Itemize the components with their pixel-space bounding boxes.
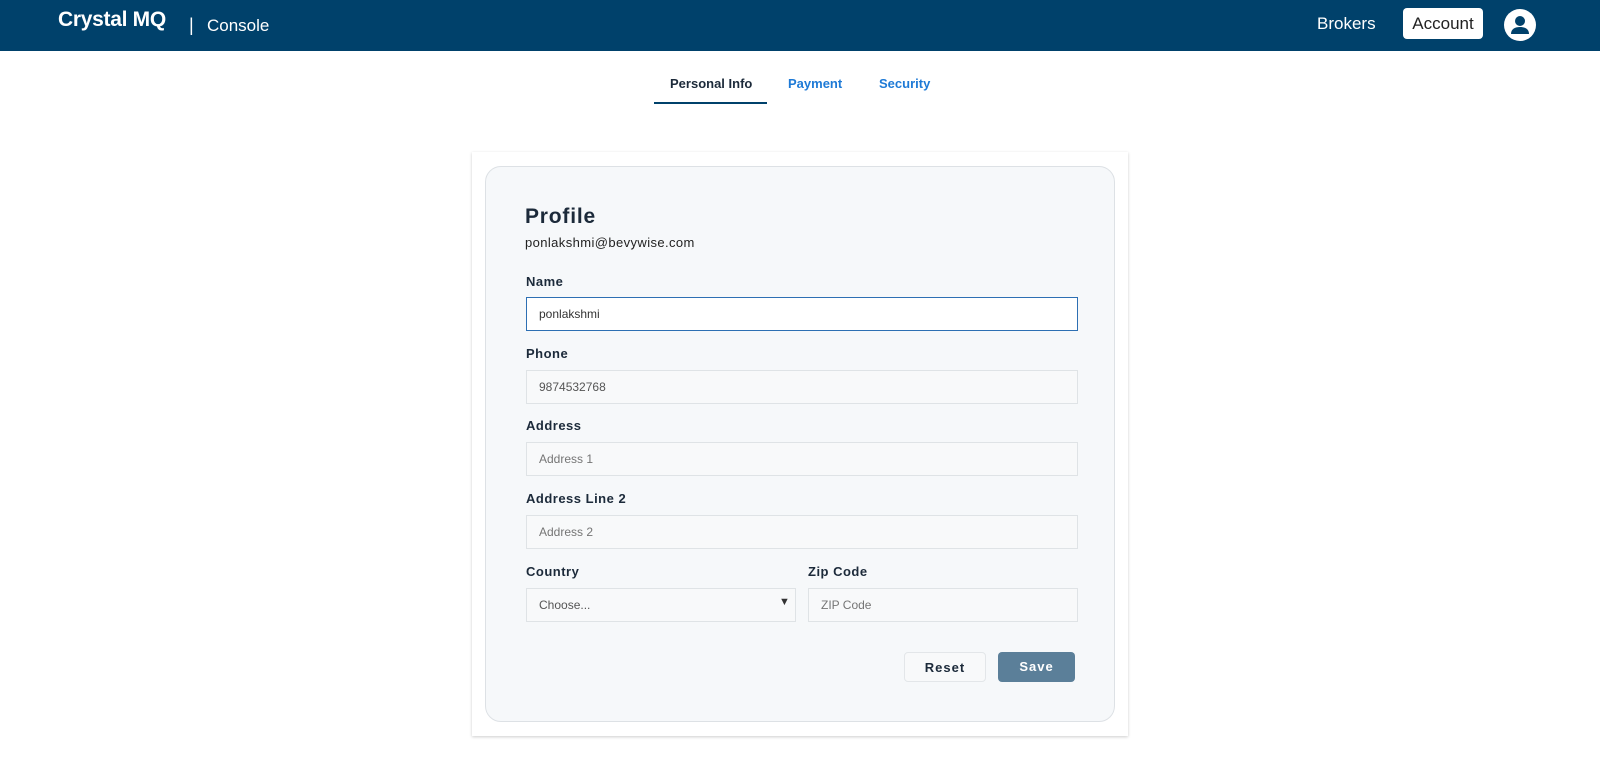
tab-personal-info[interactable]: Personal Info xyxy=(670,76,752,91)
phone-label: Phone xyxy=(526,346,569,361)
account-tabs: Personal Info Payment Security xyxy=(0,76,1600,106)
save-button[interactable]: Save xyxy=(998,652,1075,682)
page-title: Profile xyxy=(525,205,596,228)
address-input[interactable] xyxy=(526,442,1078,476)
app-name: Console xyxy=(207,16,270,35)
tab-security[interactable]: Security xyxy=(879,76,930,91)
user-email: ponlakshmi@bevywise.com xyxy=(525,235,695,250)
active-tab-indicator xyxy=(654,102,767,104)
zip-label: Zip Code xyxy=(808,564,868,579)
tab-payment[interactable]: Payment xyxy=(788,76,842,91)
address-label: Address xyxy=(526,418,582,433)
reset-button[interactable]: Reset xyxy=(904,652,986,682)
name-label: Name xyxy=(526,274,564,289)
zip-input[interactable] xyxy=(808,588,1078,622)
country-select[interactable]: Choose... xyxy=(526,588,796,622)
name-input[interactable] xyxy=(526,297,1078,331)
phone-input[interactable] xyxy=(526,370,1078,404)
account-button[interactable]: Account xyxy=(1403,8,1483,39)
country-label: Country xyxy=(526,564,580,579)
brokers-link[interactable]: Brokers xyxy=(1317,14,1376,34)
separator: | xyxy=(189,15,194,35)
logo[interactable]: Crystal MQ xyxy=(58,8,166,32)
top-navbar: Crystal MQ | Console Brokers Account xyxy=(0,0,1600,51)
user-avatar-icon[interactable] xyxy=(1504,9,1536,41)
address2-label: Address Line 2 xyxy=(526,491,627,506)
address2-input[interactable] xyxy=(526,515,1078,549)
